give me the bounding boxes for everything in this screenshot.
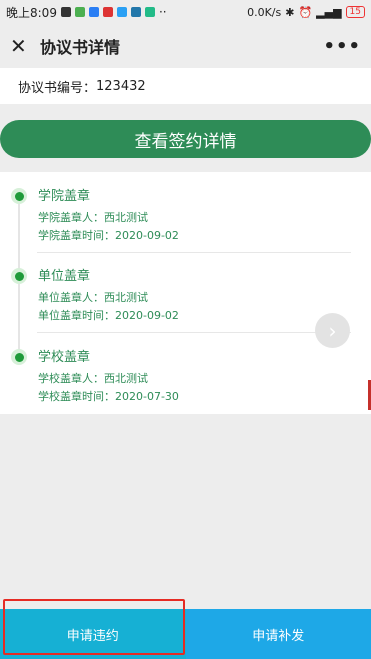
- qq-icon: [88, 7, 99, 17]
- more-icon[interactable]: •••: [323, 36, 361, 57]
- highlight-box: [3, 599, 185, 655]
- alarm-icon: ⏰: [298, 5, 313, 19]
- bluetooth-icon: ✱: [285, 5, 295, 19]
- message-icon: [74, 7, 85, 17]
- notification-icon: [60, 7, 71, 17]
- view-signing-details-button[interactable]: 查看签约详情: [0, 120, 371, 158]
- page-title: 协议书详情: [40, 38, 121, 57]
- close-icon[interactable]: ✕: [10, 36, 32, 56]
- status-bar: 晚上8:09 ·· 0.0K/s ✱ ⏰ ▂▄▆ 15: [0, 0, 371, 24]
- agreement-number-row: 协议书编号： 123432: [0, 68, 371, 104]
- timeline-title: 学校盖章: [38, 350, 91, 365]
- signal-icon: ▂▄▆: [316, 5, 342, 19]
- app-icon-3: [130, 7, 141, 17]
- timeline-dot-icon: [11, 268, 27, 284]
- chevron-right-icon[interactable]: ›: [315, 313, 350, 348]
- timeline-stamp-person: 学院盖章人：西北测试: [38, 211, 148, 224]
- timeline-stamp-person: 学校盖章人：西北测试: [38, 372, 148, 385]
- status-time: 晚上8:09: [6, 5, 57, 20]
- timeline-stamp-time: 单位盖章时间：2020-09-02: [38, 309, 179, 322]
- timeline-title: 学院盖章: [38, 189, 91, 204]
- stamp-timeline: 学院盖章 学院盖章人：西北测试 学院盖章时间：2020-09-02 单位盖章 单…: [0, 172, 371, 414]
- timeline-stamp-person: 单位盖章人：西北测试: [38, 291, 148, 304]
- timeline-divider: [37, 252, 351, 253]
- status-right: 0.0K/s ✱ ⏰ ▂▄▆ 15: [247, 6, 365, 19]
- network-speed: 0.0K/s: [247, 5, 282, 19]
- status-left: 晚上8:09 ··: [6, 4, 167, 21]
- timeline-stamp-time: 学校盖章时间：2020-07-30: [38, 390, 179, 403]
- timeline-dot-icon: [11, 188, 27, 204]
- nav-bar: ✕ 协议书详情 •••: [0, 24, 371, 68]
- agreement-number: 123432: [96, 78, 146, 94]
- battery-icon: 15: [345, 6, 365, 18]
- agreement-label: 协议书编号：: [18, 80, 97, 96]
- app-icon: [102, 7, 113, 17]
- timeline-stamp-time: 学院盖章时间：2020-09-02: [38, 229, 179, 242]
- timeline-dot-icon: [11, 349, 27, 365]
- app-icon-2: [116, 7, 127, 17]
- timeline-title: 单位盖章: [38, 269, 91, 284]
- timeline-divider: [37, 332, 351, 333]
- apply-reissue-button[interactable]: 申请补发: [185, 609, 371, 659]
- status-dots: ··: [158, 5, 167, 19]
- apply-reissue-label: 申请补发: [252, 628, 305, 644]
- app-icon-4: [144, 7, 155, 17]
- view-signing-details-label: 查看签约详情: [134, 131, 237, 152]
